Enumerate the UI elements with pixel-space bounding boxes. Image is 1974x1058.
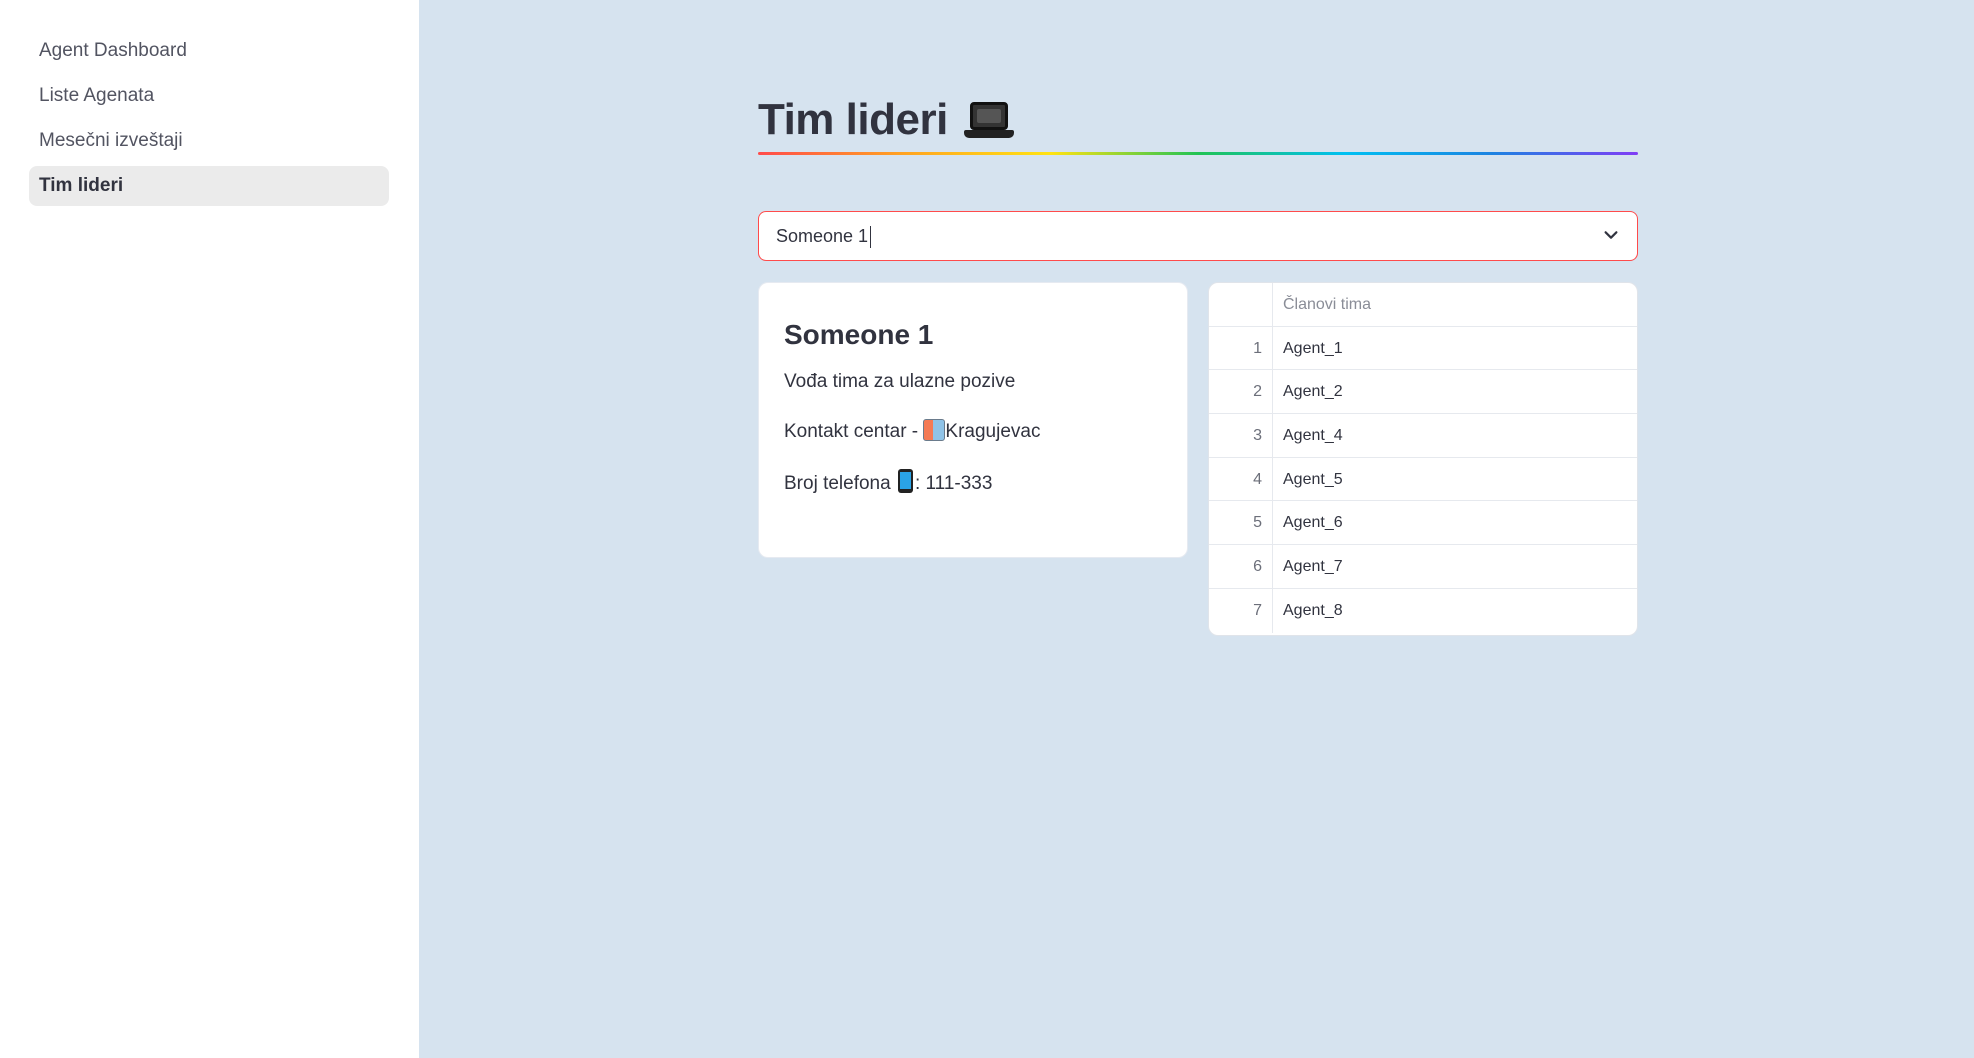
page-title: Tim lideri (758, 95, 948, 144)
leader-role: Vođa tima za ulazne pozive (784, 371, 1016, 392)
leader-name: Someone 1 (784, 319, 934, 350)
member-name[interactable]: Agent_7 (1273, 545, 1637, 588)
leader-info-card: Someone 1 Vođa tima za ulazne pozive Kon… (758, 282, 1188, 558)
sidebar-item-label: Liste Agenata (39, 85, 155, 106)
index-header (1209, 283, 1273, 326)
row-index: 3 (1209, 414, 1273, 457)
row-index: 2 (1209, 370, 1273, 414)
sidebar-item-liste-agenata[interactable]: Liste Agenata (29, 76, 389, 116)
table-row[interactable]: 2 Agent_2 (1209, 370, 1637, 415)
table-row[interactable]: 1 Agent_1 (1209, 326, 1637, 371)
sidebar-item-tim-lideri[interactable]: Tim lideri (29, 166, 389, 206)
sidebar-item-mesecni-izvestaji[interactable]: Mesečni izveštaji (29, 121, 389, 161)
mobile-phone-icon (897, 469, 913, 493)
member-name[interactable]: Agent_5 (1273, 458, 1637, 501)
table-row[interactable]: 4 Agent_5 (1209, 457, 1637, 502)
row-index: 1 (1209, 326, 1273, 370)
member-name[interactable]: Agent_4 (1273, 414, 1637, 457)
table-header-row: Članovi tima (1209, 283, 1637, 327)
member-name[interactable]: Agent_8 (1273, 589, 1637, 633)
chevron-down-icon[interactable] (1602, 226, 1620, 244)
table-row[interactable]: 6 Agent_7 (1209, 545, 1637, 589)
sidebar-item-label: Mesečni izveštaji (39, 130, 183, 151)
main-area: Tim lideri Someone 1 Someone 1 Vođa tima… (419, 4, 1974, 1058)
column-header-team-members[interactable]: Članovi tima (1273, 283, 1637, 326)
office-building-icon (923, 419, 946, 441)
page-header: Tim lideri (758, 90, 1014, 150)
member-name[interactable]: Agent_2 (1273, 370, 1637, 413)
member-name[interactable]: Agent_1 (1273, 327, 1637, 370)
member-name[interactable]: Agent_6 (1273, 501, 1637, 544)
text-caret (870, 226, 872, 249)
sidebar-item-label: Tim lideri (39, 175, 124, 196)
leader-contact-center: Kontakt centar - Kragujevac (784, 419, 1041, 442)
sidebar-item-label: Agent Dashboard (39, 40, 187, 61)
title-divider (758, 152, 1638, 155)
laptop-icon (963, 100, 1014, 140)
row-index: 6 (1209, 545, 1273, 588)
team-leader-select[interactable]: Someone 1 (758, 211, 1638, 261)
row-index: 4 (1209, 457, 1273, 501)
select-value: Someone 1 (776, 226, 869, 246)
table-row[interactable]: 3 Agent_4 (1209, 414, 1637, 458)
row-index: 7 (1209, 588, 1273, 633)
leader-phone: Broj telefona : 111-333 (784, 469, 1162, 495)
row-index: 5 (1209, 501, 1273, 545)
sidebar: Agent Dashboard Liste Agenata Mesečni iz… (0, 0, 419, 1058)
sidebar-item-agent-dashboard[interactable]: Agent Dashboard (29, 31, 389, 71)
team-members-table[interactable]: Članovi tima 1 Agent_1 2 Agent_2 3 Agent… (1208, 282, 1638, 636)
table-row[interactable]: 7 Agent_8 (1209, 588, 1637, 633)
table-row[interactable]: 5 Agent_6 (1209, 501, 1637, 546)
